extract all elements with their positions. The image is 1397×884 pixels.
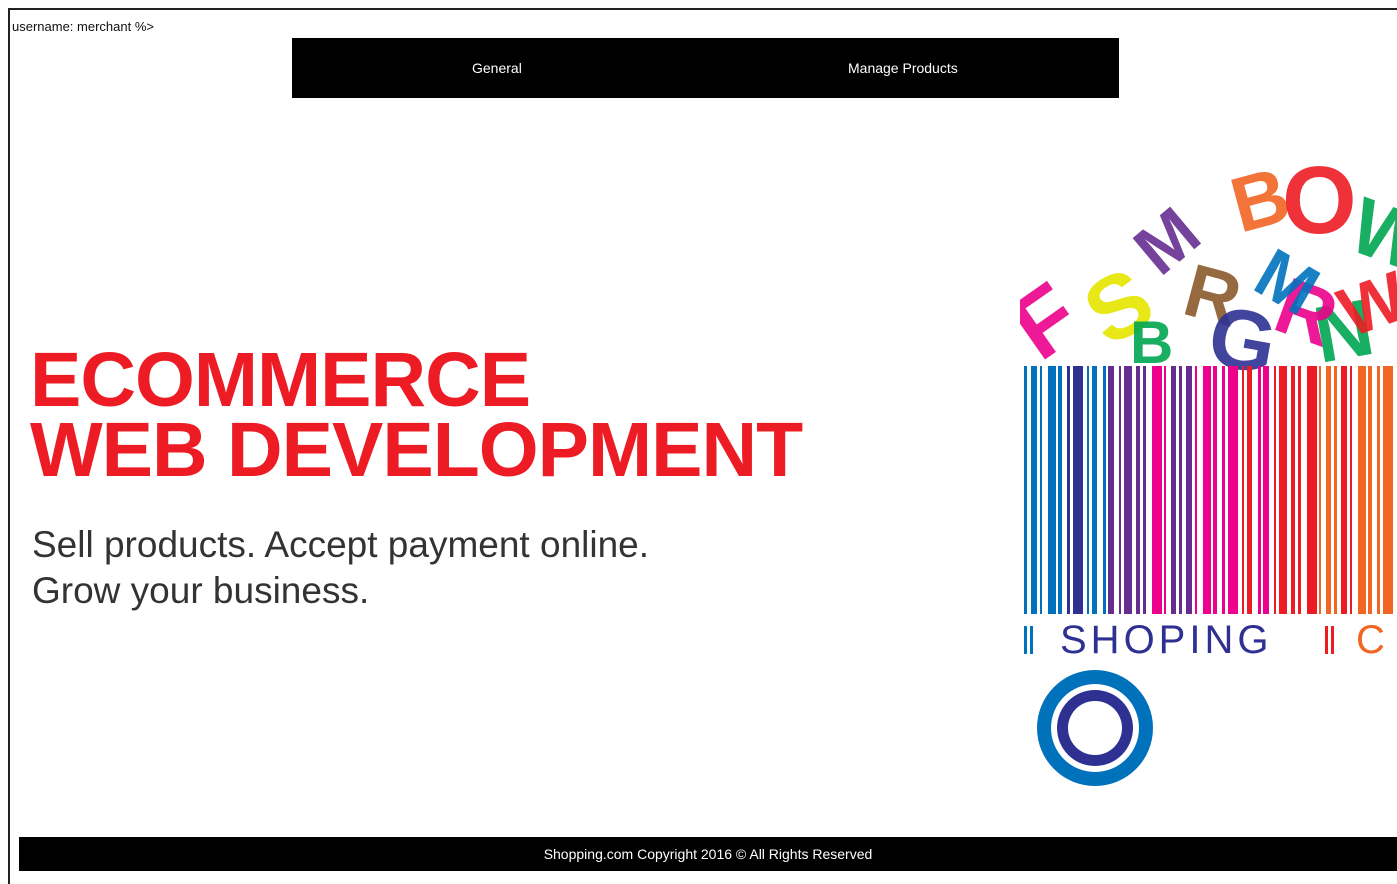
barcode-bar: [1247, 366, 1252, 614]
decorative-letter: B: [1130, 309, 1173, 376]
nav-general-link[interactable]: General: [472, 60, 522, 76]
barcode-bar: [1186, 366, 1192, 614]
hero-headline: ECOMMERCE WEB DEVELOPMENT: [30, 337, 803, 493]
barcode-bar: [1213, 366, 1217, 614]
barcode-caption: SHOPING: [1060, 618, 1272, 662]
barcode-bar: [1291, 366, 1295, 614]
colorful-letters-cluster: BOWMS RF G NRBMW: [1020, 147, 1397, 393]
barcode-bar: [1119, 366, 1121, 614]
page-footer: Shopping.com Copyright 2016 © All Rights…: [19, 837, 1397, 871]
barcode-bar: [1258, 366, 1261, 614]
barcode-bar: [1350, 366, 1352, 614]
barcode-bar: [1228, 366, 1238, 614]
footer-copyright: Shopping.com Copyright 2016 © All Rights…: [543, 846, 873, 862]
hero-tagline-line2: Grow your business.: [32, 570, 370, 611]
barcode-caption-partial: C: [1356, 618, 1385, 662]
barcode-bar: [1067, 366, 1070, 614]
barcode-guard-left: [1024, 626, 1027, 654]
barcode-bar: [1334, 366, 1337, 614]
barcode-bar: [1222, 366, 1225, 614]
barcode-bar: [1179, 366, 1182, 614]
barcode-bar: [1326, 366, 1331, 614]
barcode-bar: [1377, 366, 1380, 614]
barcode-bar: [1341, 366, 1347, 614]
barcode-bar: [1164, 366, 1166, 614]
barcode-bar: [1171, 366, 1176, 614]
shopping-cart-barcode-art: BOWMS RF G NRBMW SHOPING C: [1020, 147, 1397, 786]
barcode-guard-mid-2: [1331, 626, 1334, 654]
barcode-bar: [1048, 366, 1056, 614]
barcode-bar: [1383, 366, 1393, 614]
barcode-bar: [1274, 366, 1276, 614]
barcode-bars: [1024, 366, 1393, 614]
barcode-bar: [1203, 366, 1211, 614]
cart-wheel-hub: [1068, 701, 1122, 755]
nav-manage-products-link[interactable]: Manage Products: [848, 60, 958, 76]
hero-tagline-line1: Sell products. Accept payment online.: [32, 524, 650, 565]
hero-headline-line1: ECOMMERCE: [30, 337, 531, 423]
barcode-guard-mid: [1325, 626, 1328, 654]
barcode-bar: [1040, 366, 1042, 614]
hero-headline-line2: WEB DEVELOPMENT: [30, 407, 803, 493]
username-label: username: merchant %>: [12, 19, 154, 34]
barcode-bar: [1058, 366, 1062, 614]
barcode-bar: [1143, 366, 1146, 614]
barcode-bar: [1195, 366, 1197, 614]
barcode-bar: [1092, 366, 1097, 614]
barcode-bar: [1103, 366, 1106, 614]
barcode-bar: [1298, 366, 1301, 614]
barcode-bar: [1242, 366, 1244, 614]
barcode-bar: [1279, 366, 1287, 614]
barcode-bar: [1319, 366, 1321, 614]
barcode-bar: [1087, 366, 1089, 614]
barcode-bar: [1124, 366, 1132, 614]
barcode-bar: [1108, 366, 1114, 614]
hero-tagline: Sell products. Accept payment online. Gr…: [32, 522, 649, 614]
top-navbar: General Manage Products: [292, 38, 1119, 98]
barcode-bar: [1307, 366, 1317, 614]
barcode-bar: [1152, 366, 1162, 614]
barcode-bar: [1073, 366, 1083, 614]
barcode-bar: [1358, 366, 1366, 614]
barcode-guard-left-2: [1030, 626, 1033, 654]
barcode-bar: [1368, 366, 1372, 614]
barcode-bar: [1136, 366, 1140, 614]
barcode-bar: [1263, 366, 1269, 614]
barcode-bar: [1024, 366, 1027, 614]
decorative-letter: O: [1282, 147, 1357, 254]
barcode-bar: [1031, 366, 1037, 614]
